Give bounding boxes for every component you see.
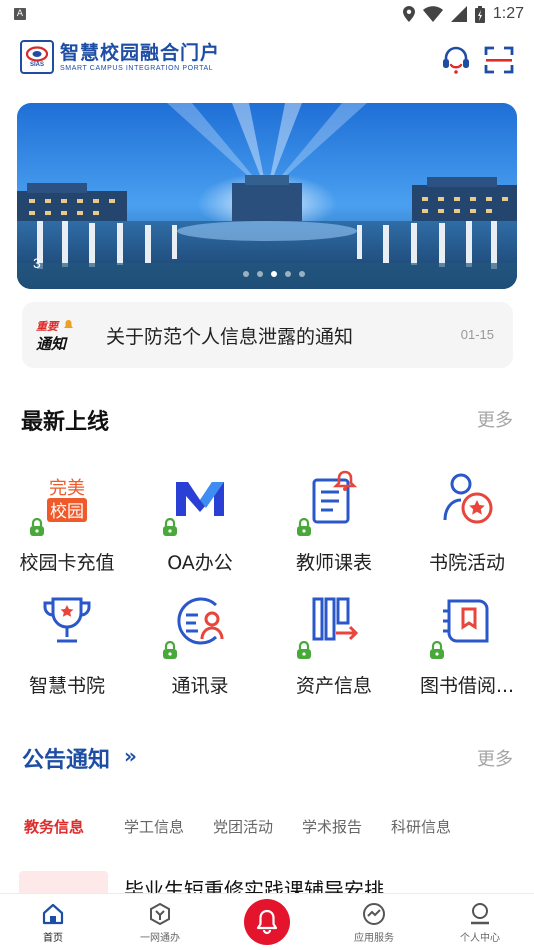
nav-label: 个人中心 — [460, 933, 500, 944]
notice-date: 01-15 — [460, 327, 494, 342]
app-campus-card[interactable]: 完美 校园 校园卡充值 — [0, 460, 134, 585]
center-bell-button[interactable] — [244, 899, 290, 945]
important-notice-badge: 重要 通知 — [36, 318, 76, 353]
campus-card-icon: 完美 校园 — [47, 478, 87, 522]
lock-icon — [297, 641, 311, 659]
tab-academic-affairs[interactable]: 教务信息 — [24, 816, 84, 837]
badge-bottom-text: 通知 — [36, 335, 67, 353]
contacts-icon — [177, 597, 224, 645]
bell-icon — [256, 909, 278, 935]
status-icons: 1:27 — [402, 5, 524, 23]
logo-badge-text: SIAS — [29, 61, 44, 68]
portal-logo: SIAS 智慧校园融合门户 SMART CAMPUS INTEGRATION P… — [20, 40, 220, 74]
lock-icon — [30, 518, 44, 536]
app-academy-activity[interactable]: 书院活动 — [400, 460, 534, 585]
app-contacts[interactable]: 通讯录 — [133, 583, 267, 708]
announcement-section-title[interactable]: 公告通知 — [22, 742, 110, 774]
nav-app-service[interactable]: 应用服务 — [329, 894, 419, 950]
tab-party-league[interactable]: 党团活动 — [213, 816, 273, 837]
location-icon — [402, 6, 415, 22]
app-label: OA办公 — [167, 552, 233, 574]
logo-emblem-icon — [25, 45, 49, 62]
banner-dot-active[interactable] — [271, 271, 277, 277]
app-label: 资产信息 — [295, 675, 372, 697]
app-library[interactable]: 图书借阅... — [400, 583, 534, 708]
headset-icon[interactable] — [440, 44, 472, 76]
app-service-icon — [363, 903, 385, 925]
important-notice-card[interactable]: 重要 通知 关于防范个人信息泄露的通知 01-15 — [22, 302, 513, 368]
banner-dot[interactable] — [285, 271, 291, 277]
academy-activity-icon — [443, 473, 493, 524]
announcement-more-link[interactable]: 更多 — [477, 745, 513, 771]
campus-card-top-text: 完美 — [49, 478, 85, 499]
badge-top-text: 重要 — [36, 320, 58, 333]
teacher-schedule-icon — [312, 470, 358, 524]
profile-icon — [471, 903, 489, 925]
library-icon — [443, 599, 489, 643]
campus-banner-carousel[interactable]: 3 — [17, 103, 517, 289]
status-time: 1:27 — [492, 5, 524, 22]
app-label: 通讯录 — [171, 675, 229, 697]
battery-icon — [474, 5, 485, 23]
notice-title: 关于防范个人信息泄露的通知 — [106, 326, 354, 348]
app-oa[interactable]: OA办公 — [133, 460, 267, 585]
app-header: SIAS 智慧校园融合门户 SMART CAMPUS INTEGRATION P… — [0, 38, 534, 82]
banner-pagination — [243, 271, 305, 277]
campus-card-bottom-text: 校园 — [50, 502, 84, 522]
oa-icon — [176, 482, 224, 516]
banner-image — [17, 103, 517, 289]
app-label: 书院活动 — [428, 552, 505, 574]
tab-academic-reports[interactable]: 学术报告 — [302, 816, 362, 837]
tab-student-affairs[interactable]: 学工信息 — [124, 816, 184, 837]
banner-dot[interactable] — [299, 271, 305, 277]
app-label: 智慧书院 — [28, 675, 105, 697]
nav-label: 应用服务 — [354, 933, 394, 944]
latest-section-title: 最新上线 — [21, 410, 110, 435]
trophy-icon — [43, 597, 91, 643]
logo-text: 智慧校园融合门户 SMART CAMPUS INTEGRATION PORTAL — [60, 42, 220, 73]
nav-label: 一网通办 — [140, 933, 180, 944]
nav-one-stop[interactable]: 一网通办 — [115, 894, 205, 950]
logo-badge: SIAS — [20, 40, 54, 74]
lock-icon — [430, 641, 444, 659]
nav-home[interactable]: 首页 — [8, 894, 98, 950]
banner-dot[interactable] — [257, 271, 263, 277]
one-stop-icon — [150, 902, 170, 926]
lock-icon — [297, 518, 311, 536]
scan-icon[interactable] — [483, 44, 515, 76]
signal-icon — [450, 6, 467, 22]
lock-icon — [163, 641, 177, 659]
tab-research-info[interactable]: 科研信息 — [391, 816, 451, 837]
banner-index: 3 — [33, 255, 41, 271]
status-bar: A 1:27 — [0, 0, 534, 28]
app-asset-info[interactable]: 资产信息 — [267, 583, 401, 708]
app-label: 校园卡充值 — [19, 552, 115, 574]
app-label: 图书借阅... — [419, 675, 515, 697]
app-smart-academy[interactable]: 智慧书院 — [0, 583, 134, 708]
asset-icon — [312, 597, 359, 641]
lock-icon — [163, 518, 177, 536]
portal-subtitle: SMART CAMPUS INTEGRATION PORTAL — [60, 64, 214, 72]
notification-indicator: A — [14, 8, 26, 20]
app-label: 教师课表 — [295, 552, 372, 574]
latest-more-link[interactable]: 更多 — [477, 406, 513, 432]
nav-label: 首页 — [43, 933, 63, 944]
double-chevron-icon[interactable]: » — [124, 744, 137, 768]
portal-title: 智慧校园融合门户 — [60, 41, 221, 64]
app-teacher-schedule[interactable]: 教师课表 — [267, 460, 401, 585]
nav-profile[interactable]: 个人中心 — [435, 894, 525, 950]
home-icon — [42, 903, 64, 925]
announcement-tabs: 教务信息 学工信息 党团活动 学术报告 科研信息 — [0, 816, 534, 840]
banner-dot[interactable] — [243, 271, 249, 277]
bell-small-icon — [64, 320, 73, 328]
wifi-icon — [422, 6, 443, 22]
